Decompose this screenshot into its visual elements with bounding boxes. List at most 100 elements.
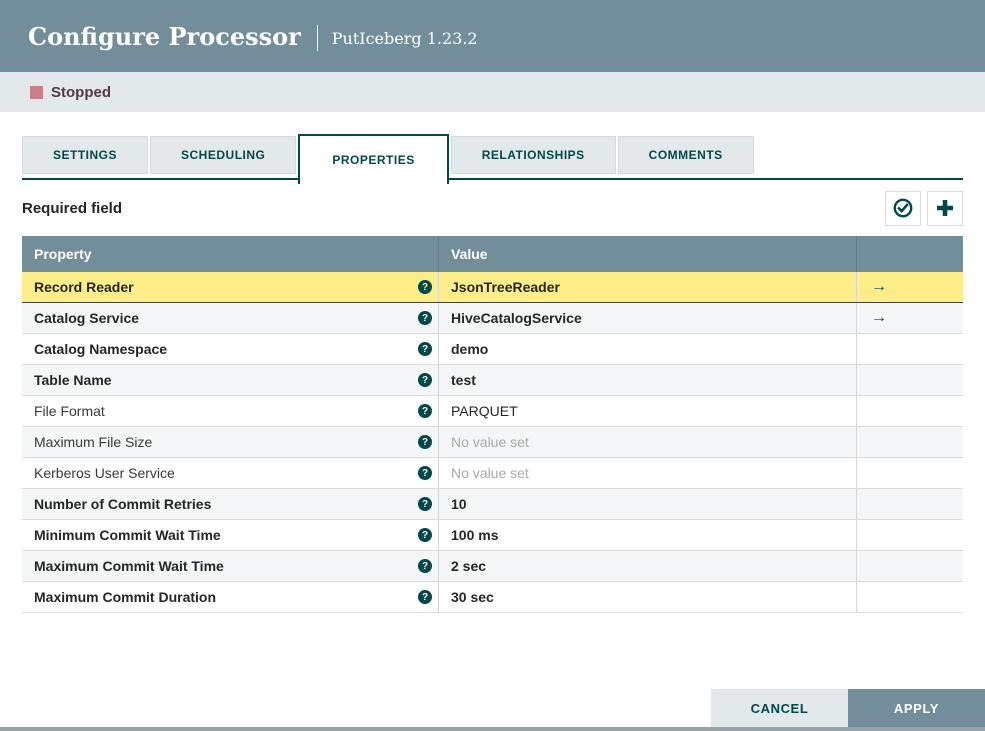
table-row[interactable]: Maximum Commit Wait Time? 2 sec — [22, 551, 963, 582]
help-icon[interactable]: ? — [418, 466, 432, 480]
goto-cell — [856, 489, 963, 519]
property-name: Maximum Commit Duration — [34, 589, 217, 605]
property-value-cell[interactable]: JsonTreeReader — [438, 272, 856, 302]
goto-cell — [856, 551, 963, 581]
properties-toolbar: Required field — [22, 180, 963, 236]
goto-cell — [856, 365, 963, 395]
stopped-square-icon — [30, 85, 43, 99]
properties-table-body: Record Reader? JsonTreeReader → Catalog Ser… — [22, 272, 963, 613]
property-name-cell: Catalog Service? — [22, 303, 438, 333]
property-value-cell[interactable]: HiveCatalogService — [438, 303, 856, 333]
table-row[interactable]: Table Name? test — [22, 365, 963, 396]
table-row[interactable]: Catalog Namespace? demo — [22, 334, 963, 365]
property-value: 10 — [451, 496, 467, 512]
property-value: JsonTreeReader — [451, 279, 560, 295]
property-name-cell: Maximum Commit Wait Time? — [22, 551, 438, 581]
property-value: demo — [451, 341, 489, 357]
property-value: 2 sec — [451, 558, 487, 574]
property-value-cell[interactable]: test — [438, 365, 856, 395]
configure-processor-dialog: Configure Processor PutIceberg 1.23.2 St… — [0, 0, 985, 731]
tab-settings[interactable]: SETTINGS — [22, 136, 149, 174]
go-to-service-arrow-icon[interactable]: → — [871, 310, 887, 326]
property-name-cell: Record Reader? — [22, 272, 438, 302]
goto-cell — [856, 396, 963, 426]
property-name: Maximum Commit Wait Time — [34, 558, 224, 574]
property-name: Catalog Namespace — [34, 341, 168, 357]
goto-cell — [856, 334, 963, 364]
property-value: HiveCatalogService — [451, 310, 582, 326]
property-value: PARQUET — [451, 403, 518, 419]
property-name-cell: Number of Commit Retries? — [22, 489, 438, 519]
property-name-cell: Kerberos User Service? — [22, 458, 438, 488]
status-bar: Stopped — [0, 72, 985, 112]
property-name-cell: Maximum Commit Duration? — [22, 582, 438, 612]
tab-relationships[interactable]: RELATIONSHIPS — [450, 136, 616, 174]
tab-bar: SETTINGS SCHEDULING PROPERTIES RELATIONSHIP… — [22, 134, 963, 184]
table-row[interactable]: Record Reader? JsonTreeReader → — [22, 272, 963, 303]
processor-type-version: PutIceberg 1.23.2 — [331, 29, 478, 48]
help-icon[interactable]: ? — [418, 559, 432, 573]
property-name: Minimum Commit Wait Time — [34, 527, 221, 543]
property-value-cell[interactable]: 30 sec — [438, 582, 856, 612]
property-value-cell[interactable]: PARQUET — [438, 396, 856, 426]
help-icon[interactable]: ? — [418, 528, 432, 542]
property-name: Number of Commit Retries — [34, 496, 212, 512]
table-row[interactable]: Catalog Service? HiveCatalogService → — [22, 303, 963, 334]
property-value: 30 sec — [451, 589, 494, 605]
property-value: test — [451, 372, 476, 388]
property-name: Record Reader — [34, 279, 134, 295]
property-value-cell[interactable]: 10 — [438, 489, 856, 519]
go-to-service-arrow-icon[interactable]: → — [871, 279, 887, 295]
property-value-cell[interactable]: No value set — [438, 427, 856, 457]
help-icon[interactable]: ? — [418, 590, 432, 604]
property-value-cell[interactable]: No value set — [438, 458, 856, 488]
goto-cell: → — [856, 272, 963, 302]
dialog-footer: CANCEL APPLY — [711, 689, 985, 727]
property-value: 100 ms — [451, 527, 499, 543]
tab-properties[interactable]: PROPERTIES — [298, 134, 449, 184]
property-name: Kerberos User Service — [34, 465, 175, 481]
property-value-cell[interactable]: demo — [438, 334, 856, 364]
dialog-title: Configure Processor — [28, 21, 301, 51]
tab-comments[interactable]: COMMENTS — [617, 136, 754, 174]
no-value-placeholder: No value set — [451, 465, 529, 481]
property-name: Catalog Service — [34, 310, 140, 326]
property-name-cell: Table Name? — [22, 365, 438, 395]
help-icon[interactable]: ? — [418, 435, 432, 449]
dialog-body: SETTINGS SCHEDULING PROPERTIES RELATIONSHIP… — [0, 134, 985, 613]
column-header-goto — [856, 236, 963, 272]
required-field-label: Required field — [22, 199, 123, 217]
help-icon[interactable]: ? — [418, 311, 432, 325]
property-name-cell: Minimum Commit Wait Time? — [22, 520, 438, 550]
table-row[interactable]: Maximum File Size? No value set — [22, 427, 963, 458]
help-icon[interactable]: ? — [418, 404, 432, 418]
help-icon[interactable]: ? — [418, 342, 432, 356]
property-value-cell[interactable]: 2 sec — [438, 551, 856, 581]
table-row[interactable]: Kerberos User Service? No value set — [22, 458, 963, 489]
goto-cell — [856, 458, 963, 488]
apply-button[interactable]: APPLY — [848, 689, 985, 727]
plus-icon — [937, 200, 953, 216]
cancel-button[interactable]: CANCEL — [711, 689, 848, 727]
title-separator — [316, 25, 318, 51]
help-icon[interactable]: ? — [418, 373, 432, 387]
goto-cell — [856, 427, 963, 457]
table-row[interactable]: Minimum Commit Wait Time? 100 ms — [22, 520, 963, 551]
help-icon[interactable]: ? — [418, 280, 432, 294]
dialog-header: Configure Processor PutIceberg 1.23.2 — [0, 0, 985, 72]
column-header-value: Value — [438, 236, 856, 272]
verify-properties-button[interactable] — [885, 190, 921, 226]
table-row[interactable]: Number of Commit Retries? 10 — [22, 489, 963, 520]
table-row[interactable]: File Format? PARQUET — [22, 396, 963, 427]
column-header-property: Property — [34, 246, 92, 262]
goto-cell — [856, 582, 963, 612]
property-value-cell[interactable]: 100 ms — [438, 520, 856, 550]
goto-cell: → — [856, 303, 963, 333]
tab-scheduling[interactable]: SCHEDULING — [150, 136, 297, 174]
goto-cell — [856, 520, 963, 550]
add-property-button[interactable] — [927, 190, 963, 226]
table-row[interactable]: Maximum Commit Duration? 30 sec — [22, 582, 963, 613]
no-value-placeholder: No value set — [451, 434, 529, 450]
properties-table: Property Value Record Reader? JsonTreeRea… — [22, 236, 963, 613]
help-icon[interactable]: ? — [418, 497, 432, 511]
